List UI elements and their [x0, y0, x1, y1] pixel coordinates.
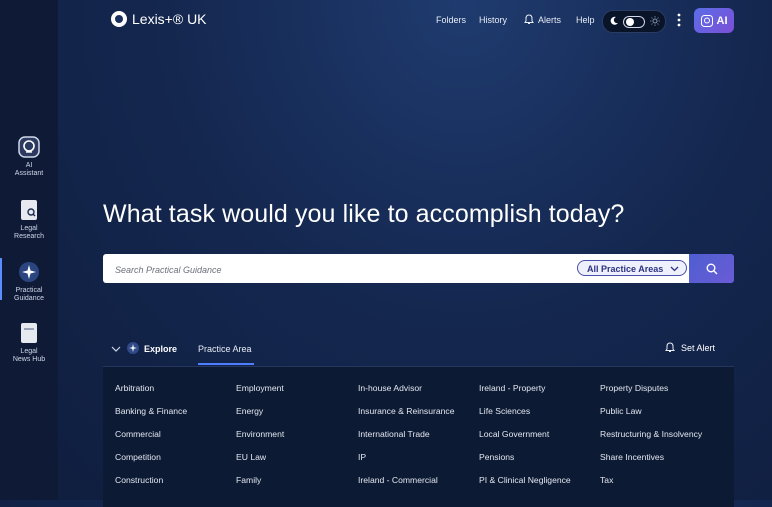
practice-area-link[interactable]: Public Law — [600, 406, 642, 416]
practice-area-panel: Arbitration Banking & Finance Commercial… — [103, 366, 734, 507]
ai-button-label: AI — [716, 14, 728, 27]
left-sidebar: AI Assistant Legal Research Practical Gu… — [0, 0, 58, 500]
practice-area-link[interactable]: PI & Clinical Negligence — [479, 475, 571, 485]
practice-area-link[interactable]: In-house Advisor — [358, 383, 422, 393]
practice-area-link[interactable]: Banking & Finance — [115, 406, 187, 416]
practice-area-link[interactable]: Share Incentives — [600, 452, 664, 462]
explore-bar: Explore Practice Area Set Alert — [103, 336, 734, 366]
search-button[interactable] — [689, 254, 734, 283]
practice-area-link[interactable]: EU Law — [236, 452, 266, 462]
moon-icon — [610, 16, 618, 25]
search-icon — [706, 263, 717, 274]
practice-area-link[interactable]: IP — [358, 452, 366, 462]
active-tab-underline — [198, 363, 254, 365]
bell-icon — [665, 342, 675, 352]
news-hub-icon — [21, 323, 37, 343]
nav-alerts[interactable]: Alerts — [524, 13, 561, 25]
practice-area-link[interactable]: Local Government — [479, 429, 549, 439]
sidebar-label: Legal — [20, 225, 38, 232]
nav-alerts-label: Alerts — [538, 15, 562, 25]
nav-folders[interactable]: Folders — [436, 15, 466, 25]
sidebar-label: AI — [25, 162, 33, 169]
sidebar-label: Guidance — [14, 295, 44, 302]
practice-area-dropdown[interactable]: All Practice Areas — [577, 260, 687, 276]
practice-area-link[interactable]: Employment — [236, 383, 284, 393]
top-navigation-bar: Lexis+® UK Folders History Alerts Help A… — [0, 0, 772, 42]
explore-label[interactable]: Explore — [144, 344, 177, 354]
nav-help[interactable]: Help — [576, 15, 595, 25]
set-alert-label: Set Alert — [681, 342, 716, 353]
sidebar-label: Assistant — [14, 170, 44, 177]
ai-assistant-icon — [18, 136, 40, 158]
search-input[interactable] — [113, 261, 557, 278]
practice-area-link[interactable]: Property Disputes — [600, 383, 668, 393]
practice-area-link[interactable]: Ireland - Commercial — [358, 475, 438, 485]
toggle-knob — [626, 18, 634, 26]
legal-research-icon — [21, 200, 37, 220]
bell-icon — [524, 13, 534, 24]
ai-button[interactable]: AI — [694, 8, 734, 33]
lexis-logo-icon — [111, 11, 127, 27]
practice-area-link[interactable]: Arbitration — [115, 383, 154, 393]
practice-area-link[interactable]: Family — [236, 475, 261, 485]
sidebar-item-practical-guidance[interactable]: Practical Guidance — [0, 261, 58, 303]
logo-text: Lexis+® UK — [132, 11, 207, 27]
practice-area-link[interactable]: Pensions — [479, 452, 514, 462]
sidebar-label: Research — [14, 233, 44, 240]
practice-area-link[interactable]: Construction — [115, 475, 163, 485]
practical-guidance-icon — [19, 262, 39, 282]
explore-icon — [127, 342, 139, 354]
practice-area-link[interactable]: Competition — [115, 452, 161, 462]
practice-area-link[interactable]: Commercial — [115, 429, 161, 439]
page-headline: What task would you like to accomplish t… — [103, 200, 625, 228]
nav-history[interactable]: History — [479, 15, 507, 25]
chevron-down-icon — [670, 266, 679, 272]
practice-area-link[interactable]: Tax — [600, 475, 613, 485]
practice-area-dropdown-label: All Practice Areas — [587, 264, 664, 274]
practice-area-link[interactable]: Life Sciences — [479, 406, 530, 416]
sidebar-item-ai-assistant[interactable]: AI Assistant — [0, 136, 58, 178]
sidebar-item-legal-research[interactable]: Legal Research — [0, 199, 58, 241]
sidebar-label: News Hub — [12, 356, 46, 363]
sun-icon — [650, 16, 660, 26]
practice-area-link[interactable]: Energy — [236, 406, 263, 416]
lexis-logo[interactable]: Lexis+® UK — [111, 11, 207, 27]
sidebar-label: Practical — [15, 287, 43, 294]
collapse-chevron-icon[interactable] — [111, 345, 121, 353]
practice-area-link[interactable]: Environment — [236, 429, 284, 439]
sidebar-label: Legal — [20, 348, 38, 355]
practice-area-link[interactable]: Restructuring & Insolvency — [600, 429, 702, 439]
ai-icon — [700, 14, 713, 27]
practice-area-link[interactable]: Insurance & Reinsurance — [358, 406, 455, 416]
theme-toggle[interactable] — [602, 10, 666, 33]
sidebar-item-news-hub[interactable]: Legal News Hub — [0, 322, 58, 364]
toggle-track — [623, 16, 645, 28]
search-bar: All Practice Areas — [103, 254, 689, 283]
more-options-icon[interactable] — [677, 12, 681, 28]
practice-area-link[interactable]: International Trade — [358, 429, 430, 439]
tab-practice-area[interactable]: Practice Area — [198, 344, 252, 354]
practice-area-link[interactable]: Ireland - Property — [479, 383, 545, 393]
set-alert-button[interactable]: Set Alert — [665, 342, 715, 353]
